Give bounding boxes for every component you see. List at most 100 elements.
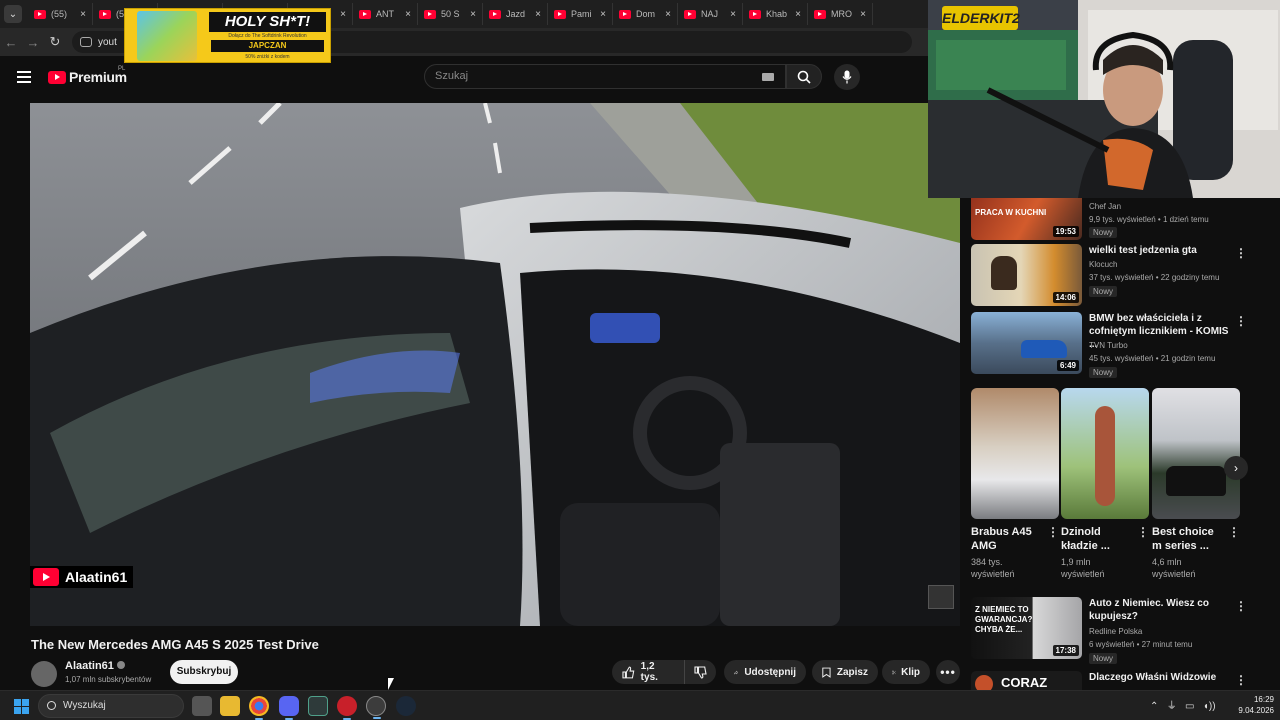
discord-icon[interactable] — [279, 696, 299, 720]
list-item[interactable]: PRACA W KUCHNI 19:53 Chef Jan 9,9 tys. w… — [971, 196, 1271, 240]
close-tab-icon[interactable]: × — [535, 9, 541, 20]
list-item[interactable]: 6:49 BMW bez właściciela i z cofniętym l… — [971, 312, 1271, 382]
share-button[interactable]: Udostępnij — [724, 660, 806, 684]
close-tab-icon[interactable]: × — [470, 9, 476, 20]
more-vertical-icon[interactable]: ⋮ — [1047, 525, 1059, 539]
tab-label: 50 S — [441, 9, 460, 19]
close-tab-icon[interactable]: × — [80, 9, 86, 20]
close-tab-icon[interactable]: × — [795, 9, 801, 20]
like-button[interactable]: 1,2 tys. — [612, 660, 685, 684]
app-icon[interactable] — [337, 696, 357, 720]
browser-tab[interactable]: (55) × — [28, 3, 93, 25]
save-button[interactable]: Zapisz — [812, 660, 878, 684]
shorts-next-button[interactable]: › — [1224, 456, 1248, 480]
youtube-logo-icon — [33, 568, 59, 586]
tab-label: Jazd — [506, 9, 526, 19]
browser-tab[interactable]: Pami × — [548, 3, 613, 25]
more-vertical-icon[interactable]: ⋮ — [1235, 599, 1247, 613]
video-thumbnail[interactable]: PRACA W KUCHNI 19:53 — [971, 196, 1082, 240]
youtube-favicon-icon — [814, 9, 826, 19]
subscribe-button[interactable]: Subskrybuj — [170, 660, 238, 684]
start-button[interactable] — [14, 699, 29, 714]
list-item[interactable]: 14:06 wielki test jedzenia gta Klocuch 3… — [971, 244, 1271, 308]
browser-tab[interactable]: MRO × — [808, 3, 873, 25]
browser-tab[interactable]: Jazd × — [483, 3, 548, 25]
close-tab-icon[interactable]: × — [665, 9, 671, 20]
thumbnail-face — [975, 675, 993, 690]
video-corner-thumbnail[interactable] — [928, 585, 954, 609]
chrome-icon[interactable] — [249, 696, 269, 720]
video-thumbnail[interactable]: 6:49 — [971, 312, 1082, 374]
voice-search-button[interactable] — [834, 64, 860, 90]
system-clock[interactable]: 16:29 9.04.2026 — [1228, 694, 1274, 716]
short-thumbnail[interactable] — [1152, 388, 1240, 519]
more-actions-button[interactable]: ••• — [936, 660, 960, 684]
close-tab-icon[interactable]: × — [730, 9, 736, 20]
back-button[interactable]: ← — [0, 35, 22, 50]
youtube-favicon-icon — [684, 9, 696, 19]
browser-tab[interactable]: 50 S × — [418, 3, 483, 25]
youtube-favicon-icon — [619, 9, 631, 19]
thumbnail-car — [1166, 466, 1226, 496]
close-tab-icon[interactable]: × — [405, 9, 411, 20]
search-button[interactable] — [786, 64, 822, 89]
sponsor-ad-overlay[interactable]: HOLY SH*T! Dołącz do The Softdrink Revol… — [124, 8, 331, 63]
tab-label: MRO — [831, 9, 852, 19]
scissors-icon — [892, 670, 896, 674]
tab-search-button[interactable]: ⌄ — [4, 5, 22, 23]
youtube-play-icon — [48, 70, 66, 84]
keyboard-icon[interactable] — [762, 73, 774, 81]
app-icon[interactable] — [366, 696, 386, 719]
close-tab-icon[interactable]: × — [860, 9, 866, 20]
list-item[interactable]: CORAZ Dlaczego Właśni Widzowie ⋮ — [971, 671, 1271, 690]
search-input[interactable]: Szukaj — [424, 64, 786, 89]
video-player[interactable] — [30, 103, 960, 626]
app-icon[interactable] — [308, 696, 328, 716]
more-vertical-icon[interactable]: ⋮ — [1235, 246, 1247, 260]
related-videos-sidebar: PRACA W KUCHNI 19:53 Chef Jan 9,9 tys. w… — [964, 196, 1280, 690]
more-vertical-icon[interactable]: ⋮ — [1228, 525, 1240, 539]
browser-tab[interactable]: Dom × — [613, 3, 678, 25]
video-frame — [30, 103, 960, 626]
channel-avatar[interactable] — [31, 661, 57, 687]
close-tab-icon[interactable]: × — [600, 9, 606, 20]
short-thumbnail[interactable] — [1061, 388, 1149, 519]
thumbnail-figure — [1095, 406, 1115, 506]
system-tray[interactable]: ⌃ ⏚ ▭ ◖)) — [1150, 697, 1216, 712]
site-info-icon[interactable] — [80, 37, 92, 47]
reload-button[interactable]: ↻ — [44, 34, 66, 50]
short-thumbnail[interactable] — [971, 388, 1059, 519]
task-view-icon[interactable] — [192, 696, 212, 716]
video-thumbnail[interactable]: CORAZ — [971, 671, 1082, 690]
browser-tab[interactable]: Khab × — [743, 3, 808, 25]
channel-name[interactable]: Alaatin61 — [65, 660, 125, 672]
browser-tab[interactable]: NAJ × — [678, 3, 743, 25]
dislike-button[interactable] — [685, 660, 716, 684]
browser-tab[interactable]: ANT × — [353, 3, 418, 25]
menu-icon[interactable] — [17, 71, 31, 83]
youtube-favicon-icon — [489, 9, 501, 19]
forward-button[interactable]: → — [22, 35, 44, 50]
mouse-cursor — [388, 678, 398, 690]
youtube-favicon-icon — [34, 9, 46, 19]
tab-label: Khab — [766, 9, 788, 19]
file-explorer-icon[interactable] — [220, 696, 240, 716]
close-tab-icon[interactable]: × — [340, 9, 346, 20]
clip-button[interactable]: Klip — [882, 660, 930, 684]
list-item[interactable]: Z NIEMIEC TO GWARANCJA? CHYBA ŻE... 17:3… — [971, 597, 1271, 667]
streamer-logo: ELDERKIT2 — [942, 6, 1020, 30]
thumbs-up-icon — [622, 666, 635, 678]
youtube-premium-logo[interactable]: Premium PL — [48, 66, 127, 85]
taskbar-search[interactable]: Wyszukaj — [38, 694, 184, 718]
more-vertical-icon[interactable]: ⋮ — [1235, 314, 1247, 328]
search-icon — [797, 70, 811, 84]
youtube-favicon-icon — [554, 9, 566, 19]
video-thumbnail[interactable]: Z NIEMIEC TO GWARANCJA? CHYBA ŻE... 17:3… — [971, 597, 1082, 659]
more-vertical-icon[interactable]: ⋮ — [1137, 525, 1149, 539]
channel-watermark[interactable]: Alaatin61 — [30, 566, 134, 588]
more-vertical-icon[interactable]: ⋮ — [1235, 673, 1247, 687]
thumbs-down-icon — [694, 665, 707, 679]
steam-icon[interactable] — [396, 696, 416, 716]
video-thumbnail[interactable]: 14:06 — [971, 244, 1082, 306]
streamer-webcam: ELDERKIT2 — [928, 0, 1280, 198]
